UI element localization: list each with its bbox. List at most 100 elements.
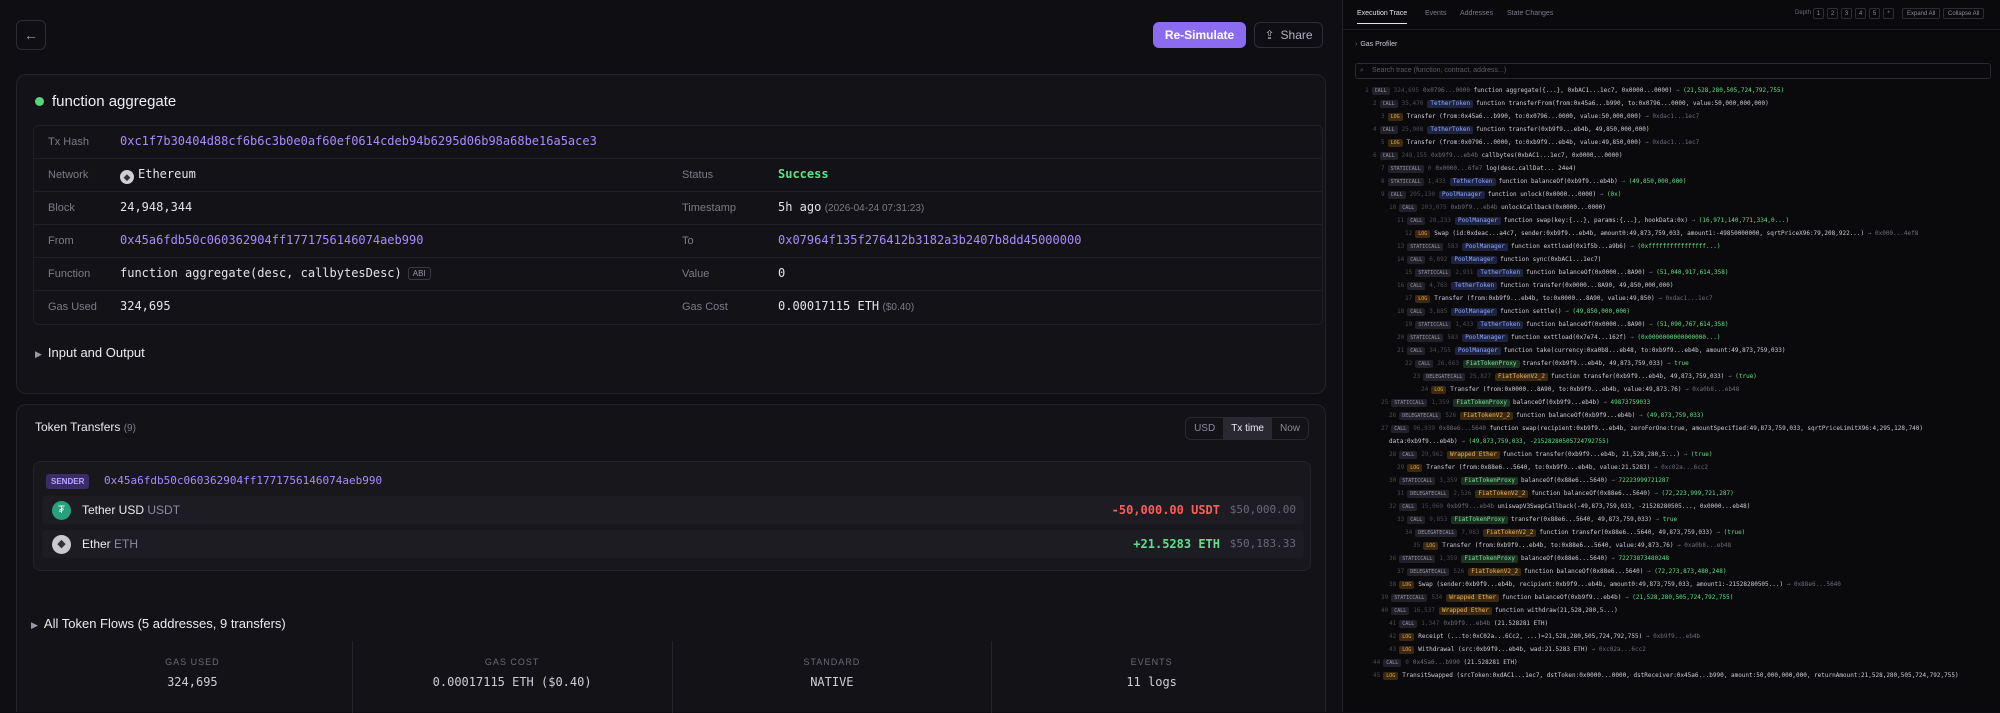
trace-line[interactable]: 39 STATICCALL 534 Wrapped Ether function bal… xyxy=(1381,593,1733,603)
trace-contract-badge[interactable]: PoolManager xyxy=(1454,217,1501,225)
trace-contract-badge[interactable]: FiatTokenV2_2 xyxy=(1495,373,1549,381)
trace-contract-badge[interactable]: PoolManager xyxy=(1462,243,1508,251)
trace-line[interactable]: 27 CALL 96,939 0x88e6...5640 function swap(… xyxy=(1381,424,1923,434)
input-output-toggle[interactable]: ▶ Input and Output xyxy=(35,345,145,360)
trace-contract-badge[interactable]: Wrapped Ether xyxy=(1446,594,1500,602)
depth-button-5[interactable]: 5 xyxy=(1869,8,1880,19)
trace-address[interactable]: 0x0000...6fe7 xyxy=(1435,165,1486,172)
trace-line[interactable]: 29 LOG Transfer (from:0x88e6...5640, to:0x… xyxy=(1397,463,1708,473)
trace-line[interactable]: 26 DELEGATECALL 526 FiatTokenV2_2 function b… xyxy=(1389,411,1704,421)
trace-line[interactable]: 22 CALL 26,663 FiatTokenProxy transfer(0xb9f… xyxy=(1405,359,1689,369)
trace-contract-badge[interactable]: TetherToken xyxy=(1449,178,1496,186)
trace-address[interactable]: 0xb9f9...eb4b xyxy=(1443,620,1494,627)
trace-line[interactable]: 15 STATICCALL 2,931 TetherToken function bal… xyxy=(1405,268,1728,278)
trace-address[interactable]: 0x88e6...5640 xyxy=(1439,425,1490,432)
trace-line[interactable]: 13 STATICCALL 583 PoolManager function exttl… xyxy=(1397,242,1720,252)
trace-line[interactable]: 43 LOG Withdrawal (src:0xb9f9...eb4b, wad:… xyxy=(1389,645,1646,655)
trace-contract-badge[interactable]: PoolManager xyxy=(1451,256,1498,264)
trace-line[interactable]: 1 CALL 324,695 0x0796...0000 function aggre… xyxy=(1365,86,1784,96)
trace-line[interactable]: 32 CALL 15,060 0xb9f9...eb4b uniswapV3SwapC… xyxy=(1389,502,1750,512)
trace-line[interactable]: 25 STATICCALL 1,359 FiatTokenProxy balanceOf… xyxy=(1381,398,1650,408)
trace-line[interactable]: 14 CALL 6,892 PoolManager function sync(0xbA… xyxy=(1397,255,1601,265)
trace-line[interactable]: 10 CALL 203,075 0xb9f9...eb4b unlockCallbac… xyxy=(1389,203,1606,213)
trace-contract-badge[interactable]: PoolManager xyxy=(1462,334,1508,342)
depth-button-3[interactable]: 3 xyxy=(1841,8,1852,19)
trace-contract-badge[interactable]: FiatTokenProxy xyxy=(1462,360,1520,368)
toggle-tx-time[interactable]: Tx time xyxy=(1223,418,1272,439)
trace-line[interactable]: 45 LOG TransitSwapped (srcToken:0xdAC1...1… xyxy=(1373,671,1959,681)
trace-line[interactable]: 40 CALL 16,537 Wrapped Ether function withdr… xyxy=(1381,606,1618,616)
back-button[interactable]: ← xyxy=(16,20,46,50)
trace-line[interactable]: 41 CALL 1,347 0xb9f9...eb4b (21.528281 ETH) xyxy=(1389,619,1548,629)
trace-line[interactable]: 8 STATICCALL 1,433 TetherToken function bala… xyxy=(1381,177,1686,187)
trace-contract-badge[interactable]: TetherToken xyxy=(1477,321,1524,329)
toggle-usd[interactable]: USD xyxy=(1186,418,1223,439)
tab-events[interactable]: Events xyxy=(1425,10,1446,17)
all-token-flows-toggle[interactable]: ▶ All Token Flows (5 addresses, 9 transfe… xyxy=(31,616,286,631)
trace-line[interactable]: 24 LOG Transfer (from:0x0000...8A90, to:0x… xyxy=(1421,385,1739,395)
tx-hash-value[interactable]: 0xc1f7b30404d88cf6b6c3b0e0af60ef0614cdeb… xyxy=(120,134,597,148)
trace-line[interactable]: 7 STATICCALL 0 0x0000...6fe7 log(desc.callD… xyxy=(1381,164,1576,174)
trace-line[interactable]: 11 CALL 28,233 PoolManager function swap(key… xyxy=(1397,216,1789,226)
depth-button-1[interactable]: 1 xyxy=(1813,8,1824,19)
trace-line[interactable]: 23 DELEGATECALL 25,827 FiatTokenV2_2 functio… xyxy=(1413,372,1757,382)
trace-line[interactable]: 19 STATICCALL 1,433 TetherToken function bal… xyxy=(1405,320,1728,330)
trace-contract-badge[interactable]: TetherToken xyxy=(1451,282,1498,290)
trace-contract-badge[interactable]: FiatTokenProxy xyxy=(1461,555,1518,563)
trace-line[interactable]: 18 CALL 3,885 PoolManager function settle() … xyxy=(1397,307,1630,317)
depth-button-all[interactable]: * xyxy=(1883,8,1894,19)
share-button[interactable]: ⇪ Share xyxy=(1254,22,1323,48)
trace-address[interactable]: 0x0796...0000 xyxy=(1423,87,1474,94)
trace-address[interactable]: 0xb9f9...eb4b xyxy=(1431,152,1482,159)
trace-line[interactable]: 44 CALL 0 0x45a6...b990 (21.528281 ETH) xyxy=(1373,658,1518,668)
abi-badge[interactable]: ABI xyxy=(407,267,431,280)
expand-all-button[interactable]: Expand All xyxy=(1902,8,1941,19)
collapse-all-button[interactable]: Collapse All xyxy=(1943,8,1985,19)
trace-line[interactable]: 20 STATICCALL 583 PoolManager function exttl… xyxy=(1397,333,1720,343)
trace-line[interactable]: 30 STATICCALL 3,359 FiatTokenProxy balanceOf… xyxy=(1389,476,1669,486)
trace-line[interactable]: 17 LOG Transfer (from:0xb9f9...eb4b, to:0x… xyxy=(1405,294,1712,304)
tab-state-changes[interactable]: State Changes xyxy=(1507,10,1553,17)
trace-contract-badge[interactable]: FiatTokenProxy xyxy=(1451,516,1508,524)
trace-line[interactable]: 36 STATICCALL 1,359 FiatTokenProxy balanceOf… xyxy=(1389,554,1669,564)
gas-profiler-toggle[interactable]: › Gas Profiler xyxy=(1355,41,1397,48)
depth-button-4[interactable]: 4 xyxy=(1855,8,1866,19)
depth-button-2[interactable]: 2 xyxy=(1827,8,1838,19)
trace-address[interactable]: 0x45a6...b990 xyxy=(1413,659,1464,666)
trace-line[interactable]: 3 LOG Transfer (from:0x45a6...b990, to:0x0… xyxy=(1381,112,1699,122)
trace-line[interactable]: 21 CALL 34,755 PoolManager function take(cur… xyxy=(1397,346,1785,356)
trace-address[interactable]: 0xb9f9...eb4b xyxy=(1447,503,1498,510)
tab-execution-trace[interactable]: Execution Trace xyxy=(1357,10,1408,24)
trace-line[interactable]: 35 LOG Transfer (from:0xb9f9...eb4b, to:0x… xyxy=(1413,541,1731,551)
trace-contract-badge[interactable]: Wrapped Ether xyxy=(1438,607,1492,615)
to-address[interactable]: 0x07964f135f276412b3182a3b2407b8dd450000… xyxy=(778,233,1081,247)
trace-contract-badge[interactable]: TetherToken xyxy=(1427,126,1474,134)
sender-address[interactable]: 0x45a6fdb50c060362904ff1771756146074aeb9… xyxy=(104,474,382,487)
trace-contract-badge[interactable]: TetherToken xyxy=(1427,100,1474,108)
tab-addresses[interactable]: Addresses xyxy=(1460,10,1493,17)
trace-contract-badge[interactable]: FiatTokenV2_2 xyxy=(1468,568,1522,576)
trace-line[interactable]: 34 DELEGATECALL 7,983 FiatTokenV2_2 function… xyxy=(1405,528,1745,538)
trace-contract-badge[interactable]: PoolManager xyxy=(1454,347,1501,355)
trace-address[interactable]: 0xb9f9...eb4b xyxy=(1451,204,1502,211)
trace-contract-badge[interactable]: TetherToken xyxy=(1477,269,1524,277)
trace-contract-badge[interactable]: PoolManager xyxy=(1438,191,1485,199)
from-address[interactable]: 0x45a6fdb50c060362904ff1771756146074aeb9… xyxy=(120,233,423,247)
trace-line[interactable]: data:0xb9f9...eb4b) → (49,873,759,033, -… xyxy=(1389,437,1609,447)
trace-line[interactable]: 6 CALL 248,155 0xb9f9...eb4b callbytes(0xbA… xyxy=(1373,151,1622,161)
trace-line[interactable]: 42 LOG Receipt (...to:0xC02a...6Cc2, ...)=… xyxy=(1389,632,1700,642)
trace-line[interactable]: 12 LOG Swap (id:0xdeac...a4c7, sender:0xb9… xyxy=(1405,229,1918,239)
trace-line[interactable]: 9 CALL 205,130 PoolManager function unlock(0… xyxy=(1381,190,1621,200)
trace-contract-badge[interactable]: FiatTokenV2_2 xyxy=(1460,412,1514,420)
trace-line[interactable]: 5 LOG Transfer (from:0x0796...0000, to:0xb… xyxy=(1381,138,1699,148)
toggle-now[interactable]: Now xyxy=(1272,418,1308,439)
trace-search-input[interactable]: ⌕ Search trace (function, contract, addre… xyxy=(1355,63,1991,79)
trace-line[interactable]: 33 CALL 9,853 FiatTokenProxy transfer(0x88e6… xyxy=(1397,515,1677,525)
resimulate-button[interactable]: Re-Simulate xyxy=(1153,22,1246,48)
trace-contract-badge[interactable]: Wrapped Ether xyxy=(1446,451,1500,459)
trace-line[interactable]: 4 CALL 25,908 TetherToken function transfer(… xyxy=(1373,125,1650,135)
trace-contract-badge[interactable]: FiatTokenProxy xyxy=(1453,399,1510,407)
trace-line[interactable]: 37 DELEGATECALL 526 FiatTokenV2_2 function b… xyxy=(1397,567,1726,577)
trace-line[interactable]: 2 CALL 35,470 TetherToken function transferF… xyxy=(1373,99,1769,109)
trace-line[interactable]: 38 LOG Swap (sender:0xb9f9...eb4b, recipie… xyxy=(1389,580,1841,590)
